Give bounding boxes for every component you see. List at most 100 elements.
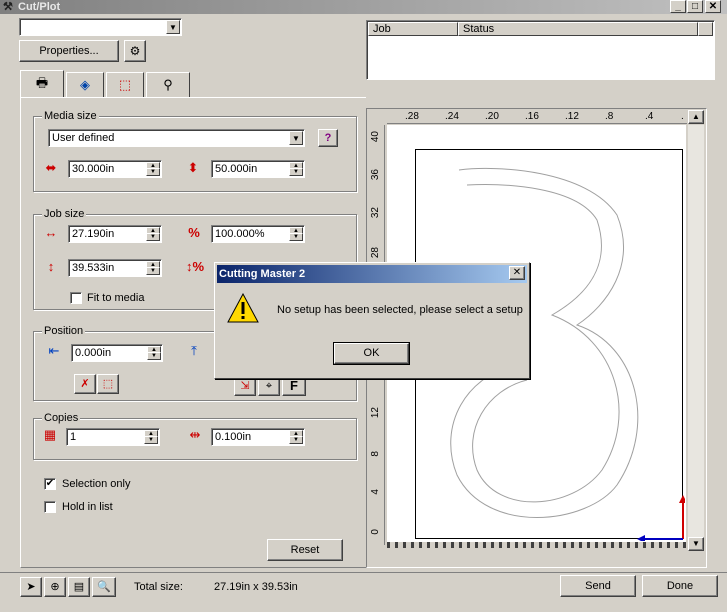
- plotter-icon: ⚒: [3, 1, 13, 13]
- media-size-label: Media size: [42, 110, 99, 122]
- ruler-tick: .28: [405, 111, 419, 122]
- media-height-field[interactable]: 50.000in ▲ ▼: [211, 160, 305, 178]
- ok-button[interactable]: OK: [333, 342, 410, 365]
- setup-icon[interactable]: ⚙: [124, 40, 146, 62]
- pointer-tool-icon[interactable]: ➤: [20, 577, 42, 597]
- panel-icon: ⬚: [118, 77, 132, 92]
- ruler-tick: 32: [370, 207, 381, 219]
- ruler-tick: 28: [370, 247, 381, 259]
- dialog-message: No setup has been selected, please selec…: [277, 304, 523, 316]
- scale-width-icon: %: [188, 225, 200, 240]
- title-bar: ⚒ Cut/Plot _ □ ✕: [0, 0, 727, 14]
- top-ruler: .28 .24 .20 .16 .12 .8 .4 .: [387, 110, 687, 124]
- media-size-group: [33, 116, 357, 192]
- media-height-icon: ⬍: [187, 160, 199, 175]
- spin-down-icon[interactable]: ▼: [289, 436, 303, 444]
- device-select[interactable]: ▼: [19, 18, 182, 36]
- tab-panels[interactable]: ⬚: [106, 72, 144, 98]
- zoom-tool-icon[interactable]: ⊕: [44, 577, 66, 597]
- dialog-close-button[interactable]: ✕: [509, 266, 525, 280]
- warning-icon: [227, 293, 259, 323]
- move-icon[interactable]: ⇲: [234, 376, 256, 396]
- minimize-button[interactable]: _: [670, 0, 686, 13]
- media-help-icon[interactable]: ?: [318, 129, 338, 147]
- copies-spacing-field[interactable]: 0.100in ▲ ▼: [211, 428, 305, 446]
- ruler-tick: 8: [370, 451, 381, 457]
- scroll-down-icon[interactable]: ▼: [688, 537, 704, 551]
- spin-down-icon[interactable]: ▼: [144, 436, 158, 444]
- f-button[interactable]: F: [282, 376, 306, 396]
- job-list[interactable]: Job Status: [366, 20, 715, 80]
- fit-to-media-checkbox[interactable]: [70, 292, 82, 304]
- spin-down-icon[interactable]: ▼: [146, 233, 160, 241]
- header-filler: [698, 22, 713, 36]
- origin-set-icon[interactable]: ⬚: [97, 374, 119, 394]
- status-column-header[interactable]: Status: [458, 22, 698, 36]
- media-width-icon: ⬌: [45, 160, 57, 175]
- job-size-label: Job size: [42, 208, 87, 220]
- spin-down-icon[interactable]: ▼: [147, 352, 161, 360]
- hold-in-list-checkbox[interactable]: [44, 501, 56, 513]
- total-size-label: Total size:: [134, 581, 183, 593]
- zoom-fit-icon[interactable]: 🔍: [92, 577, 116, 597]
- ruler-tick: 4: [370, 489, 381, 495]
- status-divider: [0, 572, 727, 573]
- dialog-title: Cutting Master 2: [217, 265, 527, 283]
- job-height-icon: ↕: [47, 259, 55, 274]
- ruler-tick: 40: [370, 131, 381, 143]
- fit-to-media-label: Fit to media: [87, 292, 145, 304]
- ruler-tick: .20: [485, 111, 499, 122]
- center-icon[interactable]: ⌖: [258, 376, 280, 396]
- spin-down-icon[interactable]: ▼: [146, 267, 160, 275]
- done-button[interactable]: Done: [642, 575, 718, 597]
- ruler-tick: .24: [445, 111, 459, 122]
- copies-label: Copies: [42, 412, 81, 424]
- close-button[interactable]: ✕: [705, 0, 721, 13]
- vertical-scrollbar[interactable]: [688, 125, 704, 537]
- tab-tools[interactable]: ⚲: [146, 72, 190, 98]
- selection-only-checkbox[interactable]: ✔: [44, 478, 56, 490]
- media-type-select[interactable]: User defined ▼: [48, 129, 305, 147]
- copies-icon: ▦: [43, 427, 57, 442]
- x-offset-field[interactable]: 0.000in ▲ ▼: [71, 344, 163, 362]
- job-width-percent-field[interactable]: 100.000% ▲ ▼: [211, 225, 305, 243]
- chevron-down-icon[interactable]: ▼: [166, 20, 180, 34]
- ruler-tick: .12: [565, 111, 579, 122]
- hold-in-list-label: Hold in list: [62, 501, 113, 513]
- spin-down-icon[interactable]: ▼: [289, 168, 303, 176]
- job-column-header[interactable]: Job: [368, 22, 458, 36]
- selection-only-label: Selection only: [62, 478, 131, 490]
- tab-options[interactable]: ◈: [66, 72, 104, 98]
- x-offset-icon: ⇤: [48, 343, 60, 358]
- ruler-tick: .8: [605, 111, 614, 122]
- scroll-up-icon[interactable]: ▲: [688, 110, 704, 124]
- knife-icon: ⚲: [163, 77, 173, 92]
- properties-button[interactable]: Properties...: [19, 40, 119, 62]
- send-button[interactable]: Send: [560, 575, 636, 597]
- pinch-roller-strip: [387, 542, 686, 548]
- alert-dialog: Cutting Master 2 ✕ No setup has been sel…: [214, 262, 530, 379]
- job-height-field[interactable]: 39.533in ▲ ▼: [68, 259, 162, 277]
- media-width-field[interactable]: 30.000in ▲ ▼: [68, 160, 162, 178]
- job-width-icon: ↔: [44, 225, 58, 240]
- page-view-icon[interactable]: ▤: [68, 577, 90, 597]
- ruler-tick: 36: [370, 169, 381, 181]
- reset-button[interactable]: Reset: [267, 539, 343, 561]
- tab-general[interactable]: 🖶: [20, 70, 64, 98]
- copies-count-field[interactable]: 1 ▲ ▼: [66, 428, 160, 446]
- spin-down-icon[interactable]: ▼: [146, 168, 160, 176]
- ruler-tick: .4: [645, 111, 654, 122]
- window-title: Cut/Plot: [18, 1, 61, 13]
- scale-height-icon: ↕%: [185, 259, 205, 274]
- maximize-button[interactable]: □: [687, 0, 703, 13]
- printer-icon: 🖶: [35, 75, 49, 90]
- origin-reset-icon[interactable]: ✗: [74, 374, 96, 394]
- job-width-field[interactable]: 27.190in ▲ ▼: [68, 225, 162, 243]
- ruler-tick: .: [681, 111, 684, 122]
- chevron-down-icon[interactable]: ▼: [289, 131, 303, 145]
- total-size-value: 27.19in x 39.53in: [214, 581, 298, 593]
- ruler-tick: 0: [370, 529, 381, 535]
- layers-icon: ◈: [80, 77, 90, 92]
- origin-axes-icon: [637, 495, 685, 541]
- spin-down-icon[interactable]: ▼: [289, 233, 303, 241]
